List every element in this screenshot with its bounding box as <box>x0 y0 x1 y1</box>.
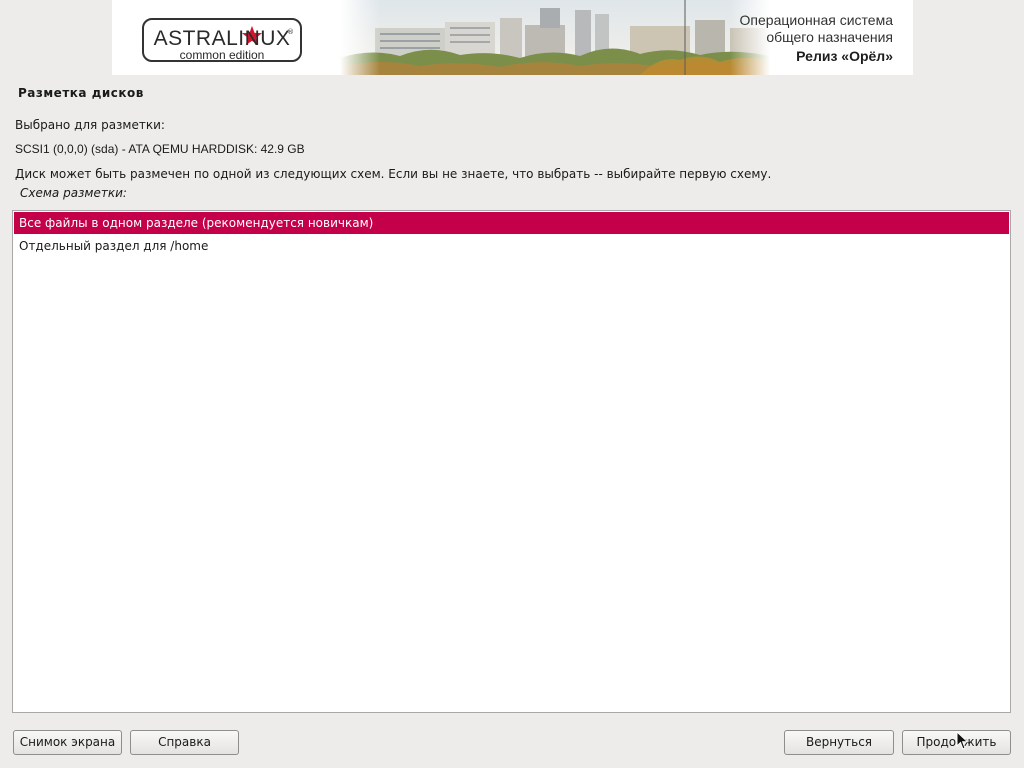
logo-subtitle: common edition <box>179 48 265 62</box>
scheme-option-separate-home[interactable]: Отдельный раздел для /home <box>14 235 1009 257</box>
logo-registered-mark: ® <box>287 28 294 36</box>
scheme-label: Схема разметки: <box>20 186 127 200</box>
os-description: Операционная система общего назначения Р… <box>740 12 893 65</box>
partition-scheme-list[interactable]: Все файлы в одном разделе (рекомендуется… <box>12 210 1011 713</box>
help-button[interactable]: Справка <box>130 730 239 755</box>
partitioning-description: Диск может быть размечен по одной из сле… <box>15 167 772 181</box>
os-line-1: Операционная система <box>739 12 893 28</box>
scheme-option-all-in-one[interactable]: Все файлы в одном разделе (рекомендуется… <box>14 212 1009 234</box>
header-banner: ASTRALINUX ® common edition Операционная… <box>112 0 913 75</box>
mouse-cursor-icon <box>956 731 969 750</box>
screenshot-button[interactable]: Снимок экрана <box>13 730 122 755</box>
os-line-2: общего назначения <box>766 29 893 45</box>
city-panorama-image <box>340 0 770 75</box>
back-button[interactable]: Вернуться <box>784 730 894 755</box>
selected-for-partitioning-label: Выбрано для разметки: <box>15 118 165 132</box>
release-name: Релиз «Орёл» <box>796 48 893 64</box>
astralinux-logo: ASTRALINUX ® common edition <box>142 18 302 62</box>
selected-disk: SCSI1 (0,0,0) (sda) - ATA QEMU HARDDISK:… <box>15 142 305 156</box>
page-title: Разметка дисков <box>18 86 144 100</box>
